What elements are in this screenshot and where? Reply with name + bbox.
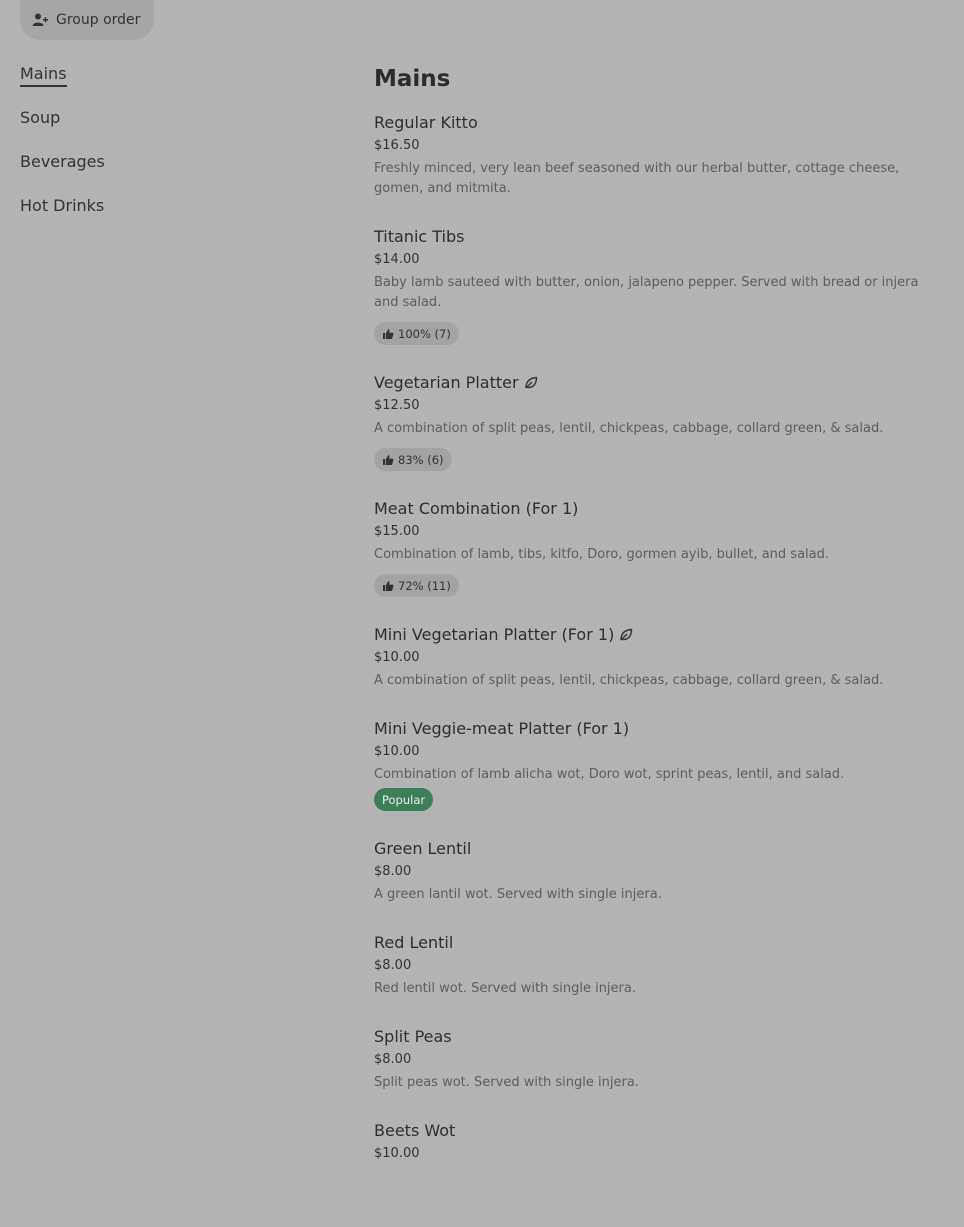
item-name: Green Lentil bbox=[374, 839, 472, 858]
add-user-icon bbox=[32, 13, 48, 26]
sidebar-item-label: Soup bbox=[20, 108, 61, 127]
sidebar-item-soup[interactable]: Soup bbox=[20, 104, 320, 148]
item-price: $8.00 bbox=[374, 958, 412, 973]
item-price: $16.50 bbox=[374, 138, 420, 153]
item-name: Beets Wot bbox=[374, 1121, 456, 1140]
menu-item[interactable]: Meat Combination (For 1) $15.00 Combinat… bbox=[374, 498, 944, 597]
item-description: Split peas wot. Served with single injer… bbox=[374, 1075, 639, 1090]
category-sidebar: Mains Soup Beverages Hot Drinks bbox=[20, 60, 320, 236]
menu-item[interactable]: Titanic Tibs $14.00 Baby lamb sauteed wi… bbox=[374, 226, 944, 345]
thumbs-up-icon bbox=[383, 580, 394, 591]
sidebar-item-label: Hot Drinks bbox=[20, 196, 105, 215]
section-title: Mains bbox=[374, 66, 451, 92]
menu-item[interactable]: Beets Wot $10.00 bbox=[374, 1120, 944, 1164]
item-name: Vegetarian Platter bbox=[374, 372, 944, 394]
item-price: $10.00 bbox=[374, 744, 420, 759]
rating-badge: 72% (11) bbox=[374, 574, 459, 597]
menu-item[interactable]: Mini Veggie-meat Platter (For 1) $10.00 … bbox=[374, 718, 944, 811]
item-description: Freshly minced, very lean beef seasoned … bbox=[374, 161, 900, 196]
item-name: Titanic Tibs bbox=[374, 227, 465, 246]
item-price: $10.00 bbox=[374, 650, 420, 665]
menu-item[interactable]: Vegetarian Platter $12.50 A combination … bbox=[374, 372, 944, 471]
item-description: A combination of split peas, lentil, chi… bbox=[374, 673, 884, 688]
item-price: $10.00 bbox=[374, 1146, 420, 1161]
item-description: Baby lamb sauteed with butter, onion, ja… bbox=[374, 275, 919, 310]
sidebar-item-mains[interactable]: Mains bbox=[20, 60, 320, 104]
item-name: Mini Vegetarian Platter (For 1) bbox=[374, 624, 944, 646]
group-order-label: Group order bbox=[56, 12, 141, 28]
sidebar-item-label: Mains bbox=[20, 64, 67, 87]
rating-text: 100% (7) bbox=[398, 326, 451, 341]
item-name: Split Peas bbox=[374, 1027, 452, 1046]
sidebar-item-hot-drinks[interactable]: Hot Drinks bbox=[20, 192, 320, 236]
thumbs-up-icon bbox=[383, 454, 394, 465]
group-order-button[interactable]: Group order bbox=[20, 0, 154, 40]
item-price: $12.50 bbox=[374, 398, 420, 413]
item-price: $8.00 bbox=[374, 1052, 412, 1067]
item-price: $14.00 bbox=[374, 252, 420, 267]
item-description: Red lentil wot. Served with single injer… bbox=[374, 981, 636, 996]
sidebar-item-beverages[interactable]: Beverages bbox=[20, 148, 320, 192]
rating-badge: 100% (7) bbox=[374, 322, 459, 345]
menu-item[interactable]: Regular Kitto $16.50 Freshly minced, ver… bbox=[374, 112, 944, 199]
item-price: $8.00 bbox=[374, 864, 412, 879]
rating-text: 83% (6) bbox=[398, 452, 444, 467]
menu-item[interactable]: Split Peas $8.00 Split peas wot. Served … bbox=[374, 1026, 944, 1093]
item-name: Meat Combination (For 1) bbox=[374, 499, 579, 518]
item-description: A green lantil wot. Served with single i… bbox=[374, 887, 662, 902]
menu-item[interactable]: Red Lentil $8.00 Red lentil wot. Served … bbox=[374, 932, 944, 999]
leaf-icon bbox=[524, 376, 537, 389]
thumbs-up-icon bbox=[383, 328, 394, 339]
item-description: A combination of split peas, lentil, chi… bbox=[374, 421, 884, 436]
rating-badge: 83% (6) bbox=[374, 448, 452, 471]
menu-item[interactable]: Green Lentil $8.00 A green lantil wot. S… bbox=[374, 838, 944, 905]
popular-badge: Popular bbox=[374, 788, 434, 811]
item-name: Regular Kitto bbox=[374, 113, 478, 132]
leaf-icon bbox=[620, 628, 633, 641]
sidebar-item-label: Beverages bbox=[20, 152, 105, 171]
item-description: Combination of lamb alicha wot, Doro wot… bbox=[374, 767, 845, 782]
rating-text: 72% (11) bbox=[398, 578, 451, 593]
menu-section: Mains Regular Kitto $16.50 Freshly mince… bbox=[374, 62, 944, 1191]
item-price: $15.00 bbox=[374, 524, 420, 539]
item-name: Red Lentil bbox=[374, 933, 454, 952]
item-description: Combination of lamb, tibs, kitfo, Doro, … bbox=[374, 547, 829, 562]
item-name: Mini Veggie-meat Platter (For 1) bbox=[374, 719, 630, 738]
menu-item[interactable]: Mini Vegetarian Platter (For 1) $10.00 A… bbox=[374, 624, 944, 691]
